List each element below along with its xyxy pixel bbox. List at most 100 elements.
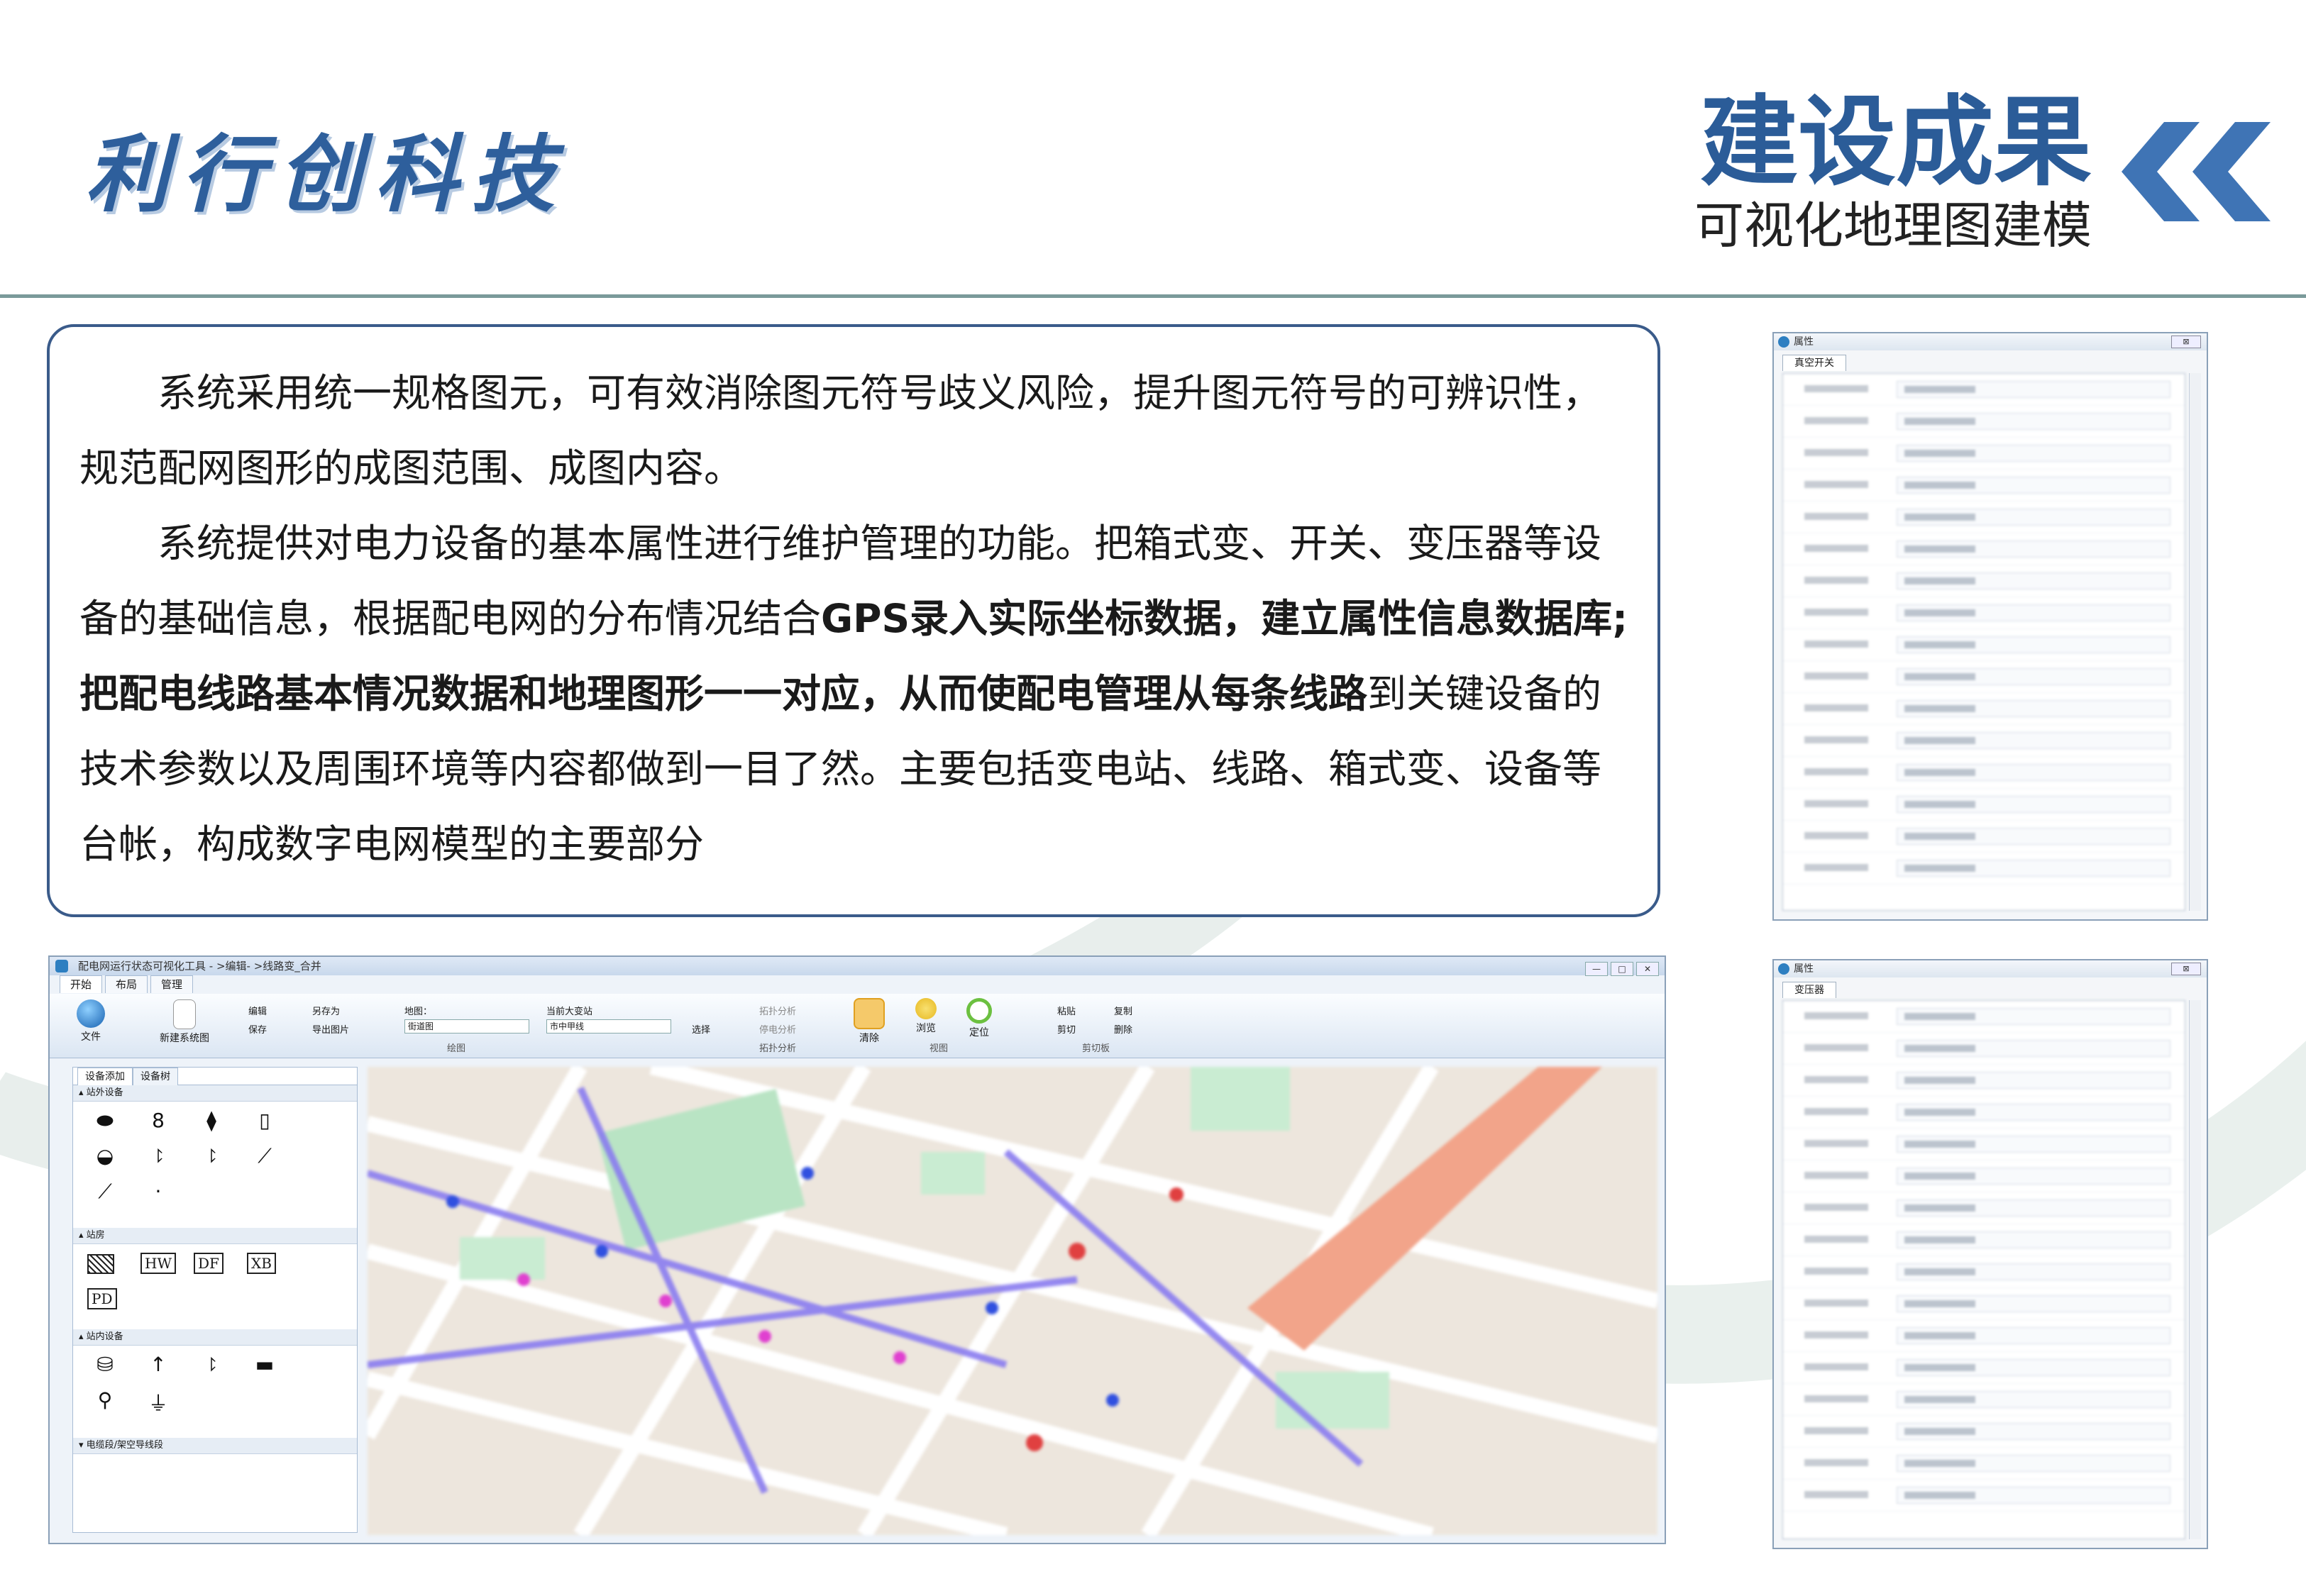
switch-symbol-icon[interactable]: ▯ [247,1109,282,1132]
copy-button[interactable]: 复制 [1114,1004,1132,1017]
dialog-title-bar: 属性 ⊠ [1774,960,2207,977]
group-indoor-devices[interactable]: ▴ 站内设备 [73,1329,357,1346]
map-canvas [368,1067,1657,1535]
transformer-symbol-icon[interactable]: 8 [140,1109,176,1132]
new-diagram-label: 新建系统图 [160,1033,209,1044]
tab-manage[interactable]: 管理 [150,975,194,993]
group-cable-segments[interactable]: ▾ 电缆段/架空导线段 [73,1438,357,1454]
property-row [1783,1001,2185,1033]
app-icon [55,960,68,972]
region-select[interactable]: 街道图 [404,1019,529,1033]
close-button[interactable]: ✕ [1636,962,1659,976]
property-row [1783,597,2185,629]
property-row [1783,1448,2185,1480]
arrow-up-symbol-icon[interactable]: ↑ [140,1353,176,1376]
dialog-tab-transformer[interactable]: 变压器 [1782,982,1836,998]
minimize-button[interactable]: — [1585,962,1608,976]
browse-label: 浏览 [916,1023,936,1034]
station-pd-icon[interactable]: PD [87,1288,117,1309]
ellipse-symbol-icon[interactable]: ⬬ [87,1109,123,1133]
tab-add-device[interactable]: 设备添加 [77,1068,133,1085]
property-grid [1782,373,2185,911]
dot-symbol-icon[interactable]: · [140,1180,176,1203]
dialog-title-bar: 属性 ⊠ [1774,333,2207,350]
property-dialog-transformer: 属性 ⊠ 变压器 [1772,959,2208,1549]
paragraph-2: 系统提供对电力设备的基本属性进行维护管理的功能。把箱式变、开关、变压器等设备的基… [79,506,1629,882]
globe-icon [77,999,105,1028]
locate-button[interactable]: 定位 [958,998,1000,1039]
group-outdoor-label: 站外设备 [86,1087,123,1098]
cylinder-symbol-icon[interactable]: ⛁ [87,1353,123,1376]
clear-button[interactable]: 清除 [844,998,894,1045]
outage-analysis-button[interactable]: 停电分析 [759,1022,796,1036]
draw-group-label: 绘图 [447,1043,466,1054]
arrester-symbol-icon[interactable]: ⟋ [87,1180,123,1204]
property-row [1783,565,2185,597]
new-diagram-button[interactable]: 新建系统图 [149,999,220,1045]
delete-button[interactable]: 删除 [1114,1022,1132,1036]
station-df-icon[interactable]: DF [194,1253,224,1274]
dialog-close-button[interactable]: ⊠ [2171,336,2201,348]
property-row [1783,1480,2185,1512]
page-title: 建设成果 [1699,85,2092,199]
topology-analysis-button[interactable]: 拓扑分析 [759,1004,796,1017]
select-button[interactable]: 选择 [692,1022,710,1036]
load-switch-icon[interactable]: ⟋ [247,1144,282,1168]
group-outdoor-devices[interactable]: ▴ 站外设备 [73,1085,357,1102]
ground-symbol-icon[interactable]: ⏚ [140,1388,176,1417]
substation-label: 当前大变站 [546,1007,593,1017]
property-row [1783,661,2185,693]
property-row [1783,1256,2185,1288]
browse-icon [915,998,937,1019]
hatched-box-icon[interactable] [87,1254,114,1274]
page-subtitle: 可视化地理图建模 [1694,196,2092,255]
file-button[interactable]: 文件 [70,999,112,1043]
breaker-symbol-icon[interactable]: ⥏ [140,1144,176,1168]
maximize-button[interactable]: □ [1611,962,1633,976]
geographic-map[interactable] [368,1067,1657,1535]
property-row [1783,533,2185,565]
save-as-button[interactable]: 另存为 [312,1004,340,1017]
tab-device-tree[interactable]: 设备树 [133,1068,178,1085]
save-button[interactable]: 保存 [248,1022,267,1036]
dialog-scrollbar[interactable] [2189,373,2201,911]
gis-app-window: 配电网运行状态可视化工具 - >编辑- >线路变_合并 — □ ✕ 开始 布局 管理 文… [48,955,1666,1544]
paste-button[interactable]: 粘贴 [1057,1004,1076,1017]
breaker2-symbol-icon[interactable]: ⥏ [194,1353,229,1377]
property-row [1783,1097,2185,1129]
property-row [1783,1160,2185,1192]
tab-start[interactable]: 开始 [60,975,103,993]
substation-select[interactable]: 市中甲线 [546,1019,671,1033]
substation-select-wrap: 市中甲线 [546,1019,671,1033]
dialog-close-button[interactable]: ⊠ [2171,963,2201,975]
property-row [1783,1384,2185,1416]
window-controls: — □ ✕ [1582,959,1659,977]
grounded-transformer-icon[interactable]: ◒ [87,1144,123,1168]
cut-button[interactable]: 剪切 [1057,1022,1076,1036]
dialog-tab-vacuum-switch[interactable]: 真空开关 [1782,355,1846,371]
busbar-symbol-icon[interactable]: ▬ [247,1353,282,1376]
edit-button[interactable]: 编辑 [248,1004,267,1017]
browse-button[interactable]: 浏览 [905,998,947,1035]
view-group-label: 视图 [929,1043,949,1054]
fuse-symbol-icon[interactable]: ⧫ [194,1109,229,1132]
app-window-title: 配电网运行状态可视化工具 - >编辑- >线路变_合并 [78,960,321,972]
dialog-scrollbar[interactable] [2189,1000,2201,1539]
station-hw-icon[interactable]: HW [140,1253,176,1274]
property-row [1783,853,2185,885]
property-row [1783,374,2185,406]
group-station-room[interactable]: ▴ 站房 [73,1228,357,1244]
station-xb-icon[interactable]: XB [247,1253,276,1274]
property-row [1783,470,2185,501]
property-row [1783,1033,2185,1065]
dialog-icon [1778,336,1789,348]
disconnector-symbol-icon[interactable]: ⥏ [194,1144,229,1168]
tab-layout[interactable]: 布局 [105,975,148,993]
antenna-symbol-icon[interactable]: ⚲ [87,1388,123,1412]
property-row [1783,1352,2185,1384]
clipboard-group-label: 剪切板 [1082,1043,1110,1054]
file-group-label: 文件 [81,1031,101,1043]
export-image-button[interactable]: 导出图片 [312,1022,349,1036]
property-row [1783,438,2185,470]
indoor-symbols: ⛁ ↑ ⥏ ▬ ⚲ ⏚ [73,1346,357,1438]
